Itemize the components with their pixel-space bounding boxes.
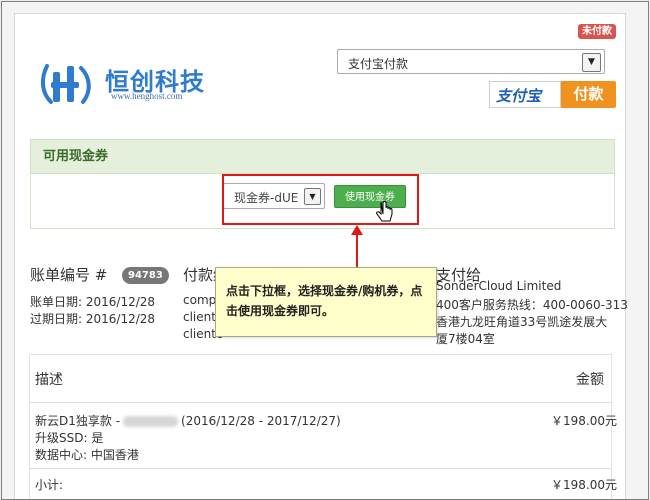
column-header-description: 描述: [35, 372, 63, 388]
callout-line: [356, 232, 358, 267]
item-name: 新云D1独享款 -: [35, 414, 121, 428]
instruction-callout: 点击下拉框，选择现金券/购机券，点击使用现金券即可。: [215, 267, 437, 337]
logo-url: www.henghost.com: [111, 91, 183, 101]
bill-date: 账单日期: 2016/12/28: [30, 295, 156, 309]
paid-to-line: SonderCloud Limited: [436, 279, 562, 293]
redacted-hostname: [123, 416, 179, 427]
browser-frame: 未付款 恒创科技 www.henghost.com 支付宝付款 ▼ 支付宝 付款…: [1, 1, 649, 500]
voucher-panel-title: 可用现金券: [31, 140, 614, 174]
invoice-number-badge: 94783: [122, 267, 169, 284]
payment-method-select[interactable]: 支付宝付款 ▼: [337, 49, 605, 74]
pay-button[interactable]: 付款: [561, 81, 616, 108]
chevron-down-icon[interactable]: ▼: [582, 53, 601, 72]
invoice-number-label: 账单编号 #: [30, 266, 108, 284]
subtotal-value: ￥198.00元: [551, 478, 617, 492]
alipay-label: 支付宝: [496, 87, 542, 105]
company-logo: 恒创科技 www.henghost.com: [37, 58, 207, 108]
item-datacenter: 数据中心: 中国香港: [35, 448, 139, 462]
status-badge: 未付款: [578, 24, 616, 39]
payment-method-value: 支付宝付款: [348, 57, 409, 71]
item-amount: ￥198.00元: [551, 414, 617, 428]
logo-icon: [40, 64, 91, 104]
due-date: 过期日期: 2016/12/28: [30, 312, 156, 326]
item-period: (2016/12/28 - 2017/12/27): [181, 414, 341, 428]
paid-to-line: 400客户服务热线：400-0060-313: [436, 298, 628, 312]
paid-to-line: 香港九龙旺角道33号凯途发展大: [436, 315, 608, 329]
item-ssd: 升级SSD: 是: [35, 431, 104, 445]
table-divider: [29, 402, 612, 403]
table-row: 新云D1独享款 - (2016/12/28 - 2017/12/27): [35, 412, 341, 429]
highlight-box: [222, 174, 419, 225]
subtotal-label: 小计:: [35, 478, 64, 492]
alipay-logo: 支付宝: [489, 81, 561, 108]
column-header-amount: 金额: [576, 372, 604, 388]
table-divider: [29, 468, 612, 469]
paid-to-line: 厦7楼04室: [436, 332, 495, 346]
